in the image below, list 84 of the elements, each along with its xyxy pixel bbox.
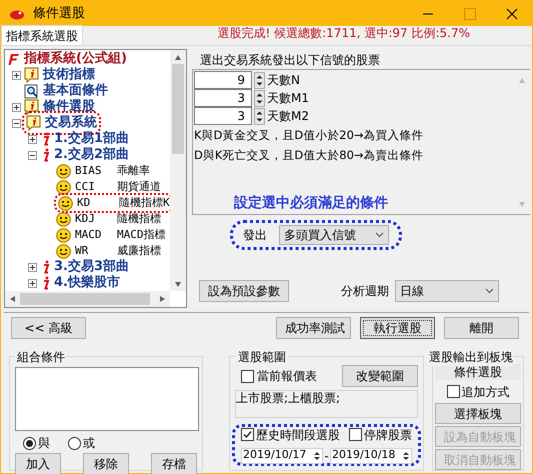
spinner-icon[interactable] xyxy=(254,108,265,124)
close-icon[interactable] xyxy=(506,8,518,20)
button[interactable]: << 高級 xyxy=(11,317,86,339)
app-logo-icon xyxy=(9,8,25,20)
signal-dropdown[interactable]: 多頭買入信號 xyxy=(279,225,389,245)
condition-note: K與D黃金交叉，且D值小於20→為買入條件 xyxy=(194,127,425,144)
button[interactable]: 移除 xyxy=(83,453,129,474)
vertical-scrollbar[interactable] xyxy=(170,50,186,291)
button[interactable]: 存檔 xyxy=(151,453,197,474)
smiley-icon xyxy=(56,212,71,226)
checkbox-label: 歷史時間段選股 xyxy=(256,426,340,444)
condition-note: D與K死亡交叉，且D值大於80→為賣出條件 xyxy=(194,147,425,164)
checkbox[interactable] xyxy=(241,428,254,441)
scroll-down-arrow-icon[interactable] xyxy=(174,280,182,288)
number-field[interactable]: 3 xyxy=(194,89,252,107)
checkbox-label: 停牌股票 xyxy=(364,426,412,444)
smiley-icon xyxy=(56,228,71,242)
smiley-icon xyxy=(56,180,71,194)
note-icon xyxy=(24,67,39,83)
parameter-label: 天數M2 xyxy=(267,108,309,125)
button[interactable]: 成功率測試 xyxy=(276,317,351,339)
expand-icon[interactable] xyxy=(12,102,21,112)
button[interactable]: 改變範圍 xyxy=(342,365,418,387)
smiley-icon xyxy=(56,164,71,178)
tree-item[interactable]: BIAS 乖離率 xyxy=(56,162,150,180)
collapse-icon[interactable] xyxy=(28,150,37,160)
period-label: 分析週期 xyxy=(341,283,389,300)
tree-item[interactable]: 4.快樂股市 xyxy=(40,273,120,291)
spinner-icon[interactable] xyxy=(254,90,265,106)
collapse-icon[interactable] xyxy=(12,118,21,128)
annotation-text: 設定選中必須滿足的條件 xyxy=(234,194,389,213)
scroll-up-arrow-icon[interactable] xyxy=(174,53,182,61)
parameter-label: 天數N xyxy=(267,72,300,89)
magnifier-icon xyxy=(24,84,39,98)
checkbox-label: 追加方式 xyxy=(462,384,510,400)
panel-heading: 選出交易系統發出以下信號的股票 xyxy=(199,52,381,69)
note-icon xyxy=(24,99,39,115)
radio-button[interactable]: 與 xyxy=(23,434,50,452)
group-title: 組合條件 xyxy=(15,348,67,366)
window-title: 條件選股 xyxy=(33,4,85,23)
number-field[interactable]: 3 xyxy=(194,107,252,125)
horizontal-scrollbar[interactable] xyxy=(5,291,170,307)
button[interactable]: 離開 xyxy=(444,317,519,339)
checkbox[interactable] xyxy=(241,370,254,382)
note-icon xyxy=(26,115,41,131)
button[interactable]: 選擇板塊 xyxy=(435,403,521,424)
tree-item[interactable]: WR 威廉指標 xyxy=(56,242,161,260)
date-field[interactable]: 2019/10/18 xyxy=(330,448,412,464)
button[interactable]: 設為預設參數 xyxy=(199,280,289,302)
scroll-left-arrow-icon[interactable] xyxy=(8,295,16,303)
signal-label: 發出 xyxy=(243,227,267,244)
date-field[interactable]: 2019/10/17 xyxy=(241,448,323,464)
smiley-icon xyxy=(56,244,71,258)
group-title: 選股輸出到板塊 xyxy=(429,348,513,366)
spinner-icon[interactable] xyxy=(254,72,265,88)
condition-list[interactable] xyxy=(15,367,199,431)
tree-item[interactable]: MACD MACD指標 xyxy=(56,226,166,244)
spinner-icon[interactable] xyxy=(312,450,322,462)
tree-item[interactable]: KDJ 隨機指標 xyxy=(56,210,161,228)
group-title: 選股範圍 xyxy=(236,348,288,366)
tab[interactable]: 指標系統選股 xyxy=(1,25,83,45)
date-separator: - xyxy=(324,448,329,464)
radio-button[interactable]: 或 xyxy=(68,434,95,452)
checkbox[interactable] xyxy=(446,385,460,398)
checkbox[interactable] xyxy=(349,428,362,441)
formula-icon xyxy=(8,52,20,66)
tree-item[interactable]: 2.交易2部曲 xyxy=(40,145,130,165)
highlighted-tree-item[interactable]: KD 隨機指標K xyxy=(56,194,170,212)
scroll-right-arrow-icon[interactable] xyxy=(159,295,167,303)
expand-icon[interactable] xyxy=(28,278,37,288)
checkbox-label: 當前報價表 xyxy=(257,368,317,385)
spinner-icon[interactable] xyxy=(401,450,411,462)
tree-item[interactable]: CCI 期貨通道 xyxy=(56,178,161,196)
smiley-icon xyxy=(58,196,73,210)
scope-field: 上市股票;上櫃股票; xyxy=(235,390,418,418)
number-field[interactable]: 9 xyxy=(194,71,252,89)
button[interactable]: 執行選股 xyxy=(360,317,435,339)
expand-icon[interactable] xyxy=(28,134,37,144)
button[interactable]: 加入 xyxy=(15,453,61,474)
parameter-label: 天數M1 xyxy=(267,90,309,107)
period-dropdown[interactable]: 日線 xyxy=(395,280,499,302)
status-message: 選股完成! 候選總數:1711, 選中:97 比例:5.7% xyxy=(218,25,470,42)
expand-icon[interactable] xyxy=(28,262,37,272)
expand-icon[interactable] xyxy=(12,70,21,80)
